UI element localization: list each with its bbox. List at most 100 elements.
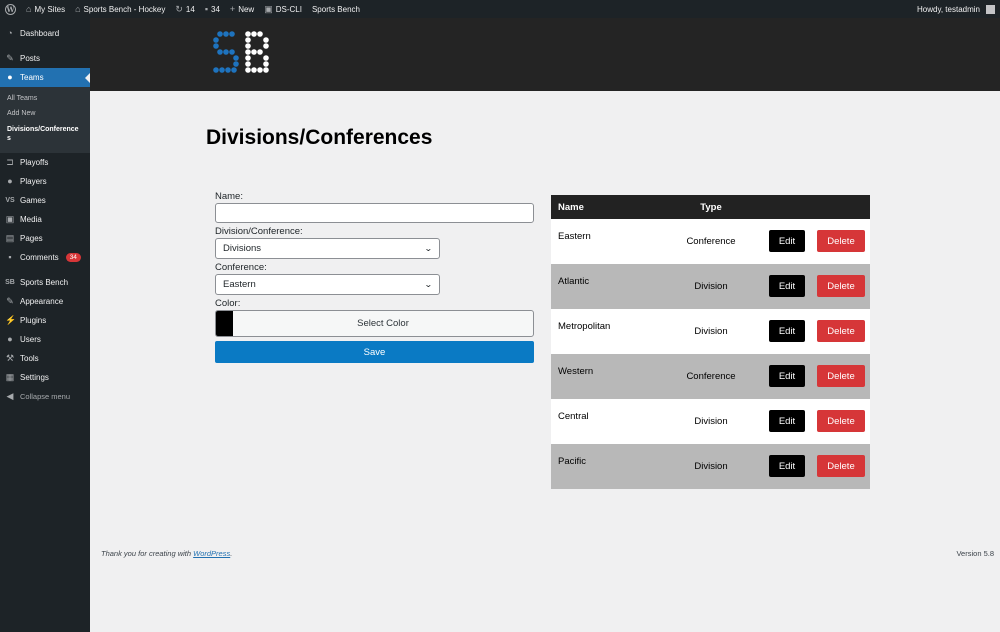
color-picker-button[interactable]: Select Color	[215, 310, 534, 337]
conference-value: Eastern	[223, 279, 256, 290]
plugin-icon: ⚡	[5, 314, 17, 325]
table-row: Western Conference Edit Delete	[551, 354, 870, 399]
color-swatch	[216, 311, 233, 336]
updates-count: 14	[185, 4, 195, 14]
user-icon: ●	[7, 333, 13, 344]
comments-menu[interactable]: ▪ 34	[200, 0, 225, 18]
delete-button[interactable]: Delete	[817, 275, 865, 297]
row-name: Metropolitan	[558, 321, 611, 332]
howdy-label: Howdy, testadmin	[917, 4, 980, 14]
sidebar-item-label: Posts	[20, 54, 41, 63]
edit-button[interactable]: Edit	[769, 365, 805, 387]
division-conference-value: Divisions	[223, 243, 262, 254]
collapse-label: Collapse menu	[20, 391, 71, 401]
wp-logo-menu[interactable]: W	[0, 0, 21, 18]
sidebar-item-settings[interactable]: ▦ Settings	[0, 368, 90, 387]
wrench-icon: ⚒	[5, 352, 15, 363]
teams-submenu: All Teams Add New Divisions/Conference s	[0, 87, 90, 153]
my-account-menu[interactable]: Howdy, testadmin	[912, 0, 1000, 18]
division-form: Name: Division/Conference: Divisions ⌄ C…	[215, 190, 535, 363]
save-button[interactable]: Save	[215, 341, 534, 363]
admin-bar: W ⌂ My Sites ⌂ Sports Bench - Hockey ↻ 1…	[0, 0, 1000, 18]
sidebar-item-label: Playoffs	[20, 157, 49, 167]
site-name-label: Sports Bench - Hockey	[83, 4, 166, 14]
sidebar-item-teams[interactable]: ● Teams	[0, 68, 90, 87]
collapse-menu-button[interactable]: ◀ Collapse menu	[0, 387, 90, 406]
sidebar-item-media[interactable]: ▣ Media	[0, 210, 90, 229]
plus-icon: +	[229, 3, 236, 14]
bracket-icon: ⊐	[6, 156, 14, 167]
sidebar-item-label: Teams	[20, 73, 44, 82]
ds-cli-menu[interactable]: ▣ DS-CLI	[259, 0, 307, 18]
wordpress-link[interactable]: WordPress	[193, 549, 230, 558]
table-row: Central Division Edit Delete	[551, 399, 870, 444]
groups-icon: ●	[7, 72, 13, 82]
name-field[interactable]	[215, 203, 534, 223]
sidebar-item-label: Tools	[20, 353, 39, 363]
comments-count: 34	[211, 4, 220, 14]
comment-icon: ▪	[204, 3, 209, 14]
players-icon: ●	[7, 175, 13, 186]
delete-button[interactable]: Delete	[817, 320, 865, 342]
division-conference-label: Division/Conference:	[215, 226, 303, 237]
row-type: Conference	[686, 236, 736, 247]
comments-badge: 34	[65, 252, 81, 262]
division-conference-select[interactable]: Divisions ⌄	[215, 238, 440, 259]
sidebar-item-sports-bench[interactable]: SB Sports Bench	[0, 273, 90, 292]
edit-button[interactable]: Edit	[769, 230, 805, 252]
sidebar-item-label: Appearance	[20, 296, 64, 306]
sidebar-item-label: Settings	[20, 372, 49, 382]
column-header-name: Name	[558, 201, 584, 213]
row-type: Division	[694, 416, 728, 427]
edit-button[interactable]: Edit	[769, 275, 805, 297]
my-sites-menu[interactable]: ⌂ My Sites	[21, 0, 70, 18]
delete-button[interactable]: Delete	[817, 365, 865, 387]
delete-button[interactable]: Delete	[817, 230, 865, 252]
submenu-item-add-new[interactable]: Add New	[0, 106, 90, 121]
sidebar-item-pages[interactable]: ▤ Pages	[0, 229, 90, 248]
ds-cli-label: DS-CLI	[275, 4, 302, 14]
sidebar-item-plugins[interactable]: ⚡ Plugins	[0, 311, 90, 330]
sidebar-item-appearance[interactable]: ✎ Appearance	[0, 292, 90, 311]
sidebar-item-label: Plugins	[20, 315, 47, 325]
sidebar-item-players[interactable]: ● Players	[0, 172, 90, 191]
comment-icon: ▪	[8, 251, 12, 262]
sidebar-item-games[interactable]: VS Games	[0, 191, 90, 210]
footer-thanks-suffix: .	[230, 549, 233, 558]
sidebar-item-label: Comments	[20, 252, 59, 262]
footer-version: Version 5.8	[956, 549, 994, 558]
sidebar-item-label: Media	[20, 214, 42, 224]
sidebar-item-comments[interactable]: ▪ Comments 34	[0, 248, 90, 267]
chevron-down-icon: ⌄	[424, 244, 434, 253]
edit-button[interactable]: Edit	[769, 410, 805, 432]
submenu-item-divisions[interactable]: Divisions/Conference s	[0, 122, 90, 147]
delete-button[interactable]: Delete	[817, 410, 865, 432]
submenu-item-all-teams[interactable]: All Teams	[0, 91, 90, 106]
color-label: Color:	[215, 298, 241, 309]
sidebar-item-label: Sports Bench	[20, 277, 69, 287]
row-name: Pacific	[558, 456, 586, 467]
new-content-menu[interactable]: + New	[225, 0, 259, 18]
divisions-table: Name Type Eastern Conference Edit Delete Atl…	[551, 195, 870, 489]
updates-menu[interactable]: ↻ 14	[170, 0, 199, 18]
new-label: New	[238, 4, 255, 14]
pin-icon: ✎	[6, 53, 14, 63]
name-label: Name:	[215, 191, 243, 202]
row-type: Division	[694, 281, 728, 292]
table-row: Atlantic Division Edit Delete	[551, 264, 870, 309]
sports-bench-menu[interactable]: Sports Bench	[307, 0, 365, 18]
sidebar-item-users[interactable]: ● Users	[0, 330, 90, 349]
sidebar-item-dashboard[interactable]: ◔ Dashboard	[0, 24, 90, 43]
conference-select[interactable]: Eastern ⌄	[215, 274, 440, 295]
sidebar-item-playoffs[interactable]: ⊐ Playoffs	[0, 153, 90, 172]
select-color-label: Select Color	[357, 318, 409, 329]
edit-button[interactable]: Edit	[769, 320, 805, 342]
sports-bench-logo-icon: SB	[5, 278, 15, 286]
dashboard-icon: ◔	[7, 28, 13, 38]
edit-button[interactable]: Edit	[769, 455, 805, 477]
site-name-menu[interactable]: ⌂ Sports Bench - Hockey	[70, 0, 170, 18]
delete-button[interactable]: Delete	[817, 455, 865, 477]
sidebar-item-tools[interactable]: ⚒ Tools	[0, 349, 90, 368]
column-header-type: Type	[700, 201, 722, 213]
sidebar-item-posts[interactable]: ✎ Posts	[0, 49, 90, 68]
